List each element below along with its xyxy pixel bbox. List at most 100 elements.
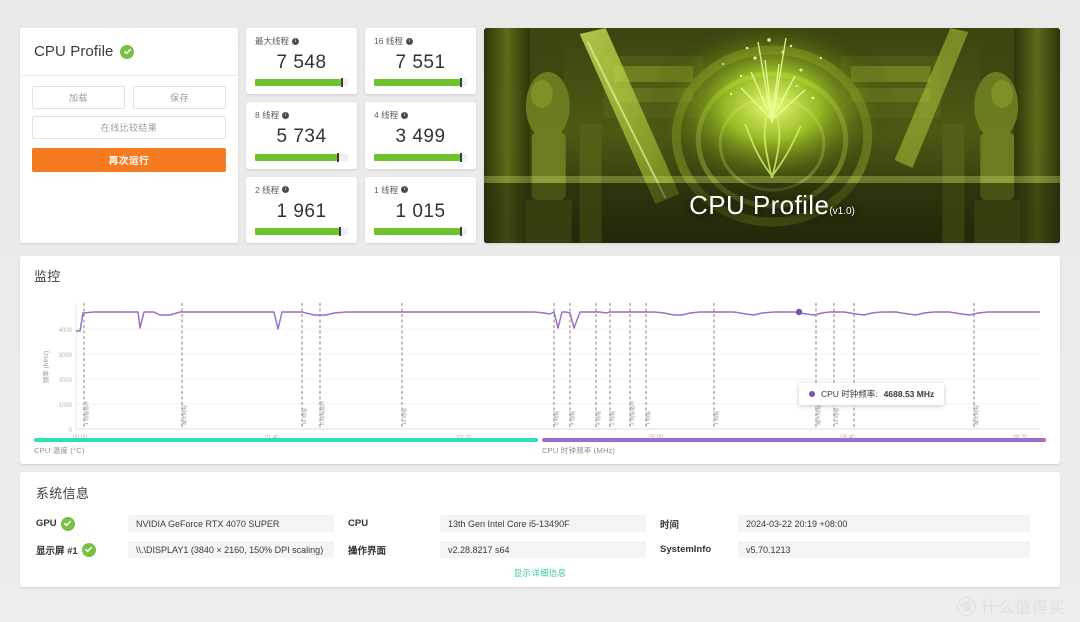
score-card[interactable]: 8 线程 i 5 734: [246, 102, 357, 169]
sysinfo-key-label: 时间: [660, 519, 680, 531]
score-label-row: 4 线程 i: [374, 109, 467, 121]
legend-label-temperature: CPU 温度 (°C): [34, 446, 85, 455]
sysinfo-key-label: GPU: [36, 518, 57, 529]
score-progress-bar: [255, 227, 348, 236]
score-label: 最大线程: [255, 36, 290, 46]
monitoring-chart[interactable]: 0 1000 2000 3000 4000 频率 (MHz) 00:00 01:…: [34, 287, 1046, 439]
legend-label-frequency: CPU 时钟频率 (MHz): [542, 446, 616, 455]
file-button-row: 加载 保存: [32, 86, 226, 109]
system-info-grid: GPU NVIDIA GeForce RTX 4070 SUPER CPU 13…: [36, 515, 1044, 558]
score-progress-tick: [341, 78, 344, 88]
score-value: 3 499: [395, 126, 446, 148]
svg-text:0: 0: [69, 428, 73, 434]
score-card-grid: 最大线程 i 7 548 16 线程 i 7 551 8 线程 i 5 734 …: [246, 28, 476, 243]
svg-text:1 线程: 1 线程: [645, 411, 652, 425]
run-again-button[interactable]: 再次运行: [32, 148, 226, 172]
score-progress-tick: [460, 227, 463, 236]
compare-online-button[interactable]: 在线比较结果: [32, 116, 226, 139]
check-circle-icon: [120, 44, 135, 59]
check-circle-icon: [81, 542, 96, 557]
svg-text:最大线程: 最大线程: [973, 405, 980, 425]
sysinfo-key-label: CPU: [348, 518, 369, 529]
sysinfo-value-time: 2024-03-22 20:19 +08:00: [738, 515, 1030, 532]
score-value: 1 961: [276, 200, 327, 222]
legend-color-swatch-frequency: [542, 438, 1046, 442]
score-progress-fill: [255, 153, 337, 161]
sysinfo-key-label: 操作界面: [348, 545, 387, 557]
score-progress-tick: [459, 152, 462, 162]
control-panel-header: CPU Profile: [20, 28, 238, 76]
score-progress-bar: [374, 152, 467, 162]
score-label-row: 2 线程 i: [255, 184, 348, 196]
svg-text:4 线程: 4 线程: [569, 411, 576, 425]
system-info-panel: 系统信息 GPU NVIDIA GeForce RTX 4070 SUPER C…: [20, 472, 1060, 587]
sysinfo-key-display: 显示屏 #1: [36, 542, 128, 557]
svg-text:3000: 3000: [59, 353, 73, 359]
svg-text:2000: 2000: [59, 378, 73, 384]
score-progress-fill: [255, 228, 339, 235]
info-icon[interactable]: i: [292, 37, 300, 45]
sysinfo-key-gpu: GPU: [36, 516, 128, 531]
chart-highlight-point: [795, 308, 803, 316]
control-panel: CPU Profile 加载 保存 在线比较结果 再次运行: [20, 28, 238, 243]
load-button[interactable]: 加载: [32, 86, 125, 109]
score-label-row: 8 线程 i: [255, 109, 348, 121]
watermark-logo-icon: 值: [956, 596, 976, 616]
control-panel-body: 加载 保存 在线比较结果 再次运行: [20, 76, 238, 172]
sysinfo-key-systeminfo: SystemInfo: [660, 544, 738, 555]
score-label: 1 线程: [374, 184, 399, 195]
info-icon[interactable]: i: [405, 37, 413, 45]
score-label-row: 1 线程 i: [374, 184, 467, 196]
svg-text:4 线程: 4 线程: [595, 411, 602, 425]
score-value: 5 734: [276, 126, 327, 148]
score-label: 8 线程: [255, 110, 280, 121]
svg-text:4000: 4000: [59, 328, 73, 334]
score-progress-bar: [374, 78, 467, 88]
sysinfo-key-cpu: CPU: [348, 518, 440, 529]
sysinfo-value-ui: v2.28.8217 s64: [440, 541, 646, 558]
svg-text:最大线程: 最大线程: [815, 405, 822, 425]
check-circle-icon: [60, 516, 75, 531]
show-details-link[interactable]: 显示详细信息: [20, 567, 1060, 579]
hero-title: CPU Profile: [689, 190, 830, 220]
sysinfo-key-ui: 操作界面: [348, 543, 440, 557]
score-card[interactable]: 1 线程 i 1 015: [365, 176, 476, 243]
legend-item-frequency[interactable]: CPU 时钟频率 (MHz): [542, 438, 1046, 456]
svg-text:2 线程: 2 线程: [609, 411, 616, 425]
info-icon[interactable]: i: [282, 111, 290, 119]
score-progress-bar: [374, 227, 467, 236]
benchmark-hero-banner: CPU Profile(v1.0): [484, 28, 1060, 243]
score-progress-bar: [255, 78, 348, 88]
chart-tooltip: CPU 时钟频率: 4688.53 MHz: [799, 383, 945, 405]
info-icon[interactable]: i: [401, 186, 409, 194]
svg-text:8 线程循环: 8 线程循环: [319, 401, 326, 425]
score-label: 2 线程: [255, 184, 280, 195]
score-progress-fill: [374, 79, 461, 87]
monitoring-panel: 监控 0 1000 2000 3000 4000 频率 (MHz) 00:00 …: [20, 256, 1060, 464]
svg-text:16 线程: 16 线程: [401, 408, 408, 425]
top-section: CPU Profile 加载 保存 在线比较结果 再次运行 最大线程 i 7 5…: [0, 0, 1080, 248]
save-button[interactable]: 保存: [133, 86, 226, 109]
score-progress-tick: [460, 78, 463, 88]
svg-text:1 线程循环: 1 线程循环: [83, 401, 90, 425]
sysinfo-value-gpu: NVIDIA GeForce RTX 4070 SUPER: [128, 515, 334, 532]
chart-legend: CPU 温度 (°C) CPU 时钟频率 (MHz): [34, 438, 1046, 456]
legend-item-temperature[interactable]: CPU 温度 (°C): [34, 438, 538, 456]
info-icon[interactable]: i: [282, 186, 290, 194]
frequency-chart-svg[interactable]: 0 1000 2000 3000 4000 频率 (MHz) 00:00 01:…: [34, 287, 1046, 439]
score-card[interactable]: 最大线程 i 7 548: [246, 28, 357, 95]
benchmark-title: CPU Profile: [34, 43, 114, 60]
score-label: 16 线程: [374, 36, 403, 46]
score-progress-tick: [338, 227, 341, 236]
tooltip-series-label: CPU 时钟频率:: [821, 389, 878, 399]
score-value: 7 548: [276, 52, 327, 74]
score-card[interactable]: 4 线程 i 3 499: [365, 102, 476, 169]
score-card[interactable]: 2 线程 i 1 961: [246, 176, 357, 243]
info-icon[interactable]: i: [401, 111, 409, 119]
score-card[interactable]: 16 线程 i 7 551: [365, 28, 476, 95]
svg-text:16 线程: 16 线程: [833, 408, 840, 425]
tooltip-value: 4688.53 MHz: [883, 389, 935, 399]
score-progress-bar: [255, 152, 348, 162]
score-label-row: 16 线程 i: [374, 35, 467, 47]
score-value: 1 015: [395, 200, 446, 222]
